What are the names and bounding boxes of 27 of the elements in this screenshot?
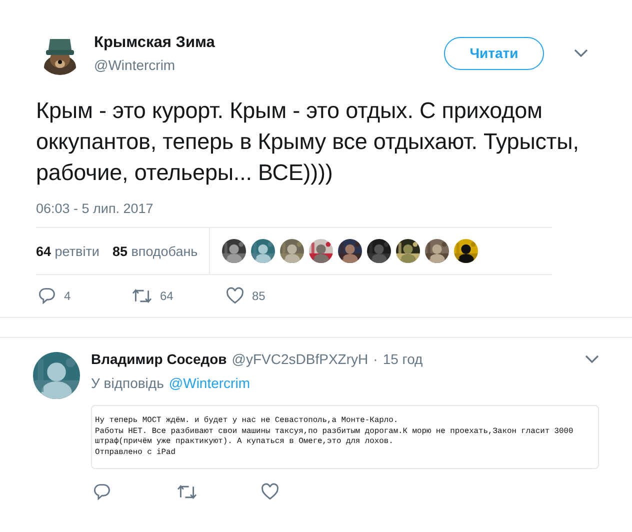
action-count: 64 bbox=[160, 289, 174, 303]
mention-link[interactable]: @Wintercrim bbox=[168, 375, 250, 391]
heart-icon bbox=[226, 287, 244, 305]
separator: · bbox=[373, 351, 378, 367]
retweet-icon bbox=[177, 483, 197, 501]
action-button[interactable]: 85 bbox=[226, 287, 320, 305]
action-button[interactable]: 4 bbox=[38, 287, 132, 305]
author-handle[interactable]: @Wintercrim bbox=[94, 56, 432, 72]
author-handle[interactable]: @yFVC2sDBfPXZryH bbox=[232, 351, 368, 367]
follow-button[interactable]: Читати bbox=[444, 36, 544, 70]
author-name[interactable]: Владимир Соседов bbox=[91, 351, 227, 367]
timestamp[interactable]: 06:03 - 5 лип. 2017 bbox=[36, 201, 596, 216]
reply-to-label: У відповідь bbox=[91, 375, 164, 391]
stat-link[interactable]: 64 ретвіти bbox=[36, 244, 100, 258]
reply-icon bbox=[93, 483, 111, 501]
action-button[interactable]: 64 bbox=[132, 287, 226, 305]
action-count: 4 bbox=[64, 289, 71, 303]
reply-icon bbox=[38, 287, 56, 305]
chevron-down-icon[interactable] bbox=[574, 49, 588, 57]
chevron-down-icon[interactable] bbox=[585, 355, 599, 363]
heart-icon bbox=[261, 483, 279, 501]
reply-time[interactable]: 15 год bbox=[382, 351, 423, 367]
stat-link[interactable]: 85 вподобань bbox=[112, 244, 198, 258]
action-count: 85 bbox=[252, 289, 266, 303]
retweet-icon bbox=[132, 287, 152, 305]
tweet-text: Крым - это курорт. Крым - это отдых. С приходом оккупантов, теперь в Крыму все отдыхают. Турысты, рабочие, отельеры... ВСЕ)))) bbox=[36, 97, 580, 187]
author-name[interactable]: Крымская Зима bbox=[94, 34, 432, 52]
